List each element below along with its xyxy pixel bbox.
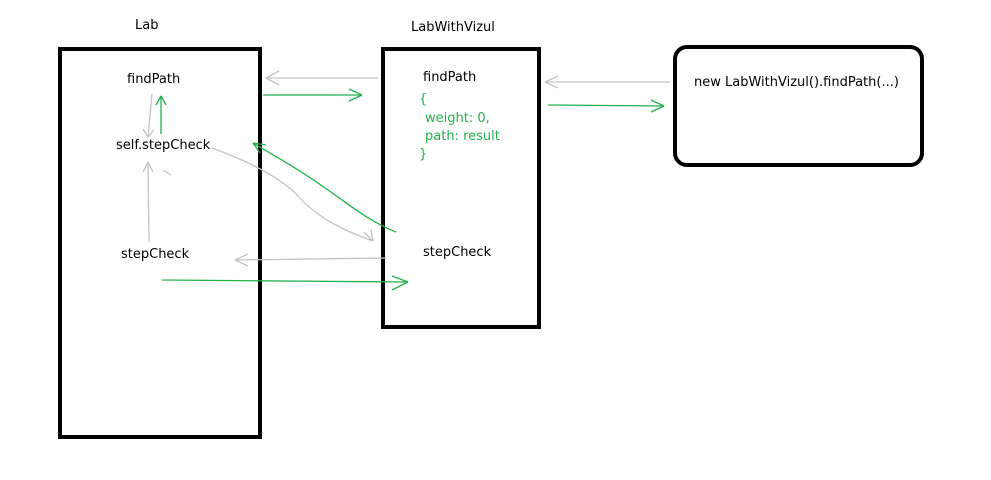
lab-self-stepcheck-label: self.stepCheck xyxy=(116,138,211,153)
result-path-line: path: result xyxy=(425,129,500,144)
arrow-lab-stepcheck-to-vizul-stepcheck xyxy=(161,279,409,283)
lab-findpath-label: findPath xyxy=(127,72,181,87)
arrow-vizul-stepcheck-to-lab-stepcheck xyxy=(234,257,387,261)
vizul-stepcheck-label: stepCheck xyxy=(423,245,492,260)
arrow-findpath-to-self-stepcheck xyxy=(147,93,153,138)
result-open-brace: { xyxy=(419,92,428,107)
caller-code-label: new LabWithVizul().findPath(...) xyxy=(694,75,899,90)
arrow-vizul-findpath-to-caller xyxy=(547,104,665,107)
arrow-stepcheck-to-self-stepcheck xyxy=(147,161,150,243)
result-close-brace: } xyxy=(419,147,428,162)
lab-title: Lab xyxy=(135,18,159,33)
lab-stepcheck-label: stepCheck xyxy=(121,247,190,262)
arrow-self-stepcheck-to-vizul-stepcheck xyxy=(211,147,374,242)
result-weight-line: weight: 0, xyxy=(425,111,490,126)
lab-with-vizul-title: LabWithVizul xyxy=(411,20,495,35)
vizul-findpath-label: findPath xyxy=(423,70,477,85)
